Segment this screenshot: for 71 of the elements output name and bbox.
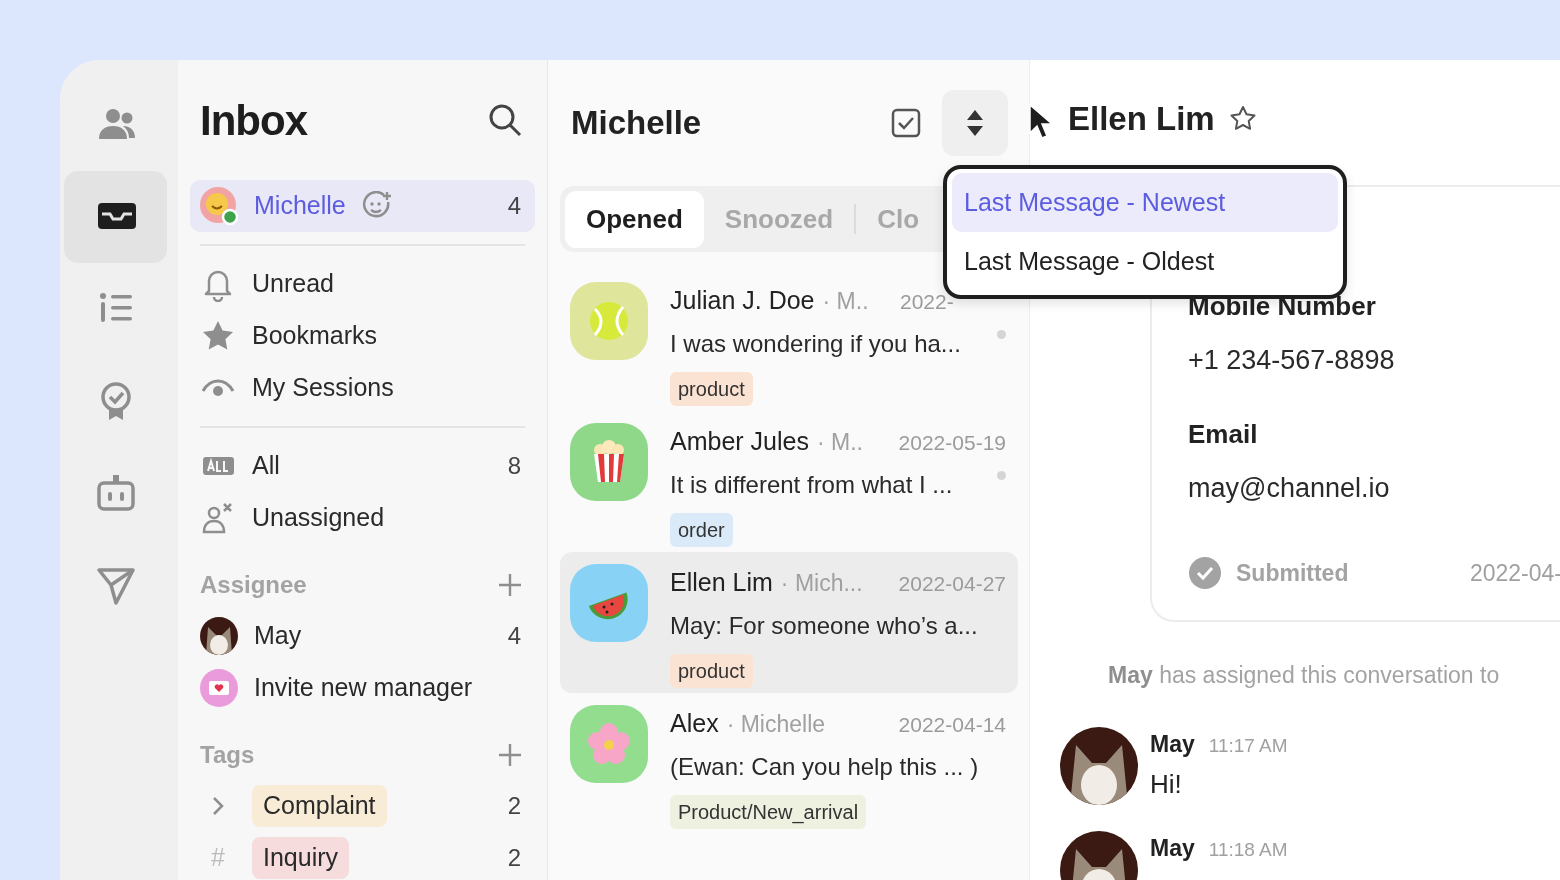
conversation-date: 2022-04-14 [898, 712, 1006, 738]
smiley-avatar-icon [200, 187, 238, 225]
manager-name: · M.. [816, 428, 863, 457]
menu-item[interactable]: Last Message - Newest [952, 173, 1338, 232]
tag-label: Product/New_arrival [670, 794, 867, 829]
filter-item[interactable]: My Sessions [190, 362, 535, 414]
rail-tab[interactable] [64, 171, 167, 263]
field-label: Email [1188, 417, 1259, 451]
conversation-item[interactable]: Ellen Lim · Mich... 2022-04-27 May: For someone who’s a... product [560, 552, 1018, 693]
sort-button[interactable] [942, 90, 1008, 156]
inbox-item[interactable]: Michelle 4 [190, 180, 535, 232]
tag-label: product [670, 653, 753, 688]
chevron-right-icon[interactable] [211, 795, 225, 817]
unread-dot [997, 330, 1006, 339]
message-time: 11:17 AM [1208, 734, 1288, 756]
conversation-item[interactable]: Amber Jules · M.. 2022-05-19 It is different from what I ... order [560, 411, 1018, 552]
contact-name: Ellen Lim [670, 567, 773, 598]
contact-name: Amber Jules [670, 426, 809, 457]
unread-dot [997, 471, 1006, 480]
menu-item[interactable]: Last Message - Oldest [952, 232, 1338, 291]
star-icon[interactable] [1228, 105, 1257, 133]
author-name: May [1150, 834, 1195, 861]
tag-label: product [670, 371, 753, 406]
message-preview: May: For someone who’s a... [670, 610, 978, 641]
conversation-item[interactable]: Alex · Michelle 2022-04-14 (Ewan: Can you help this ... ) Product/New_arrival [560, 693, 1018, 834]
field-value: may@channel.io [1188, 471, 1391, 505]
send-icon[interactable] [95, 565, 136, 605]
status-label: Submitted [1236, 559, 1349, 588]
message-preview: I was wondering if you ha... [670, 328, 961, 359]
tag-label[interactable]: Complaint [252, 785, 387, 827]
contact-name: Julian J. Doe [670, 285, 815, 316]
message-preview: (Ewan: Can you help this ... ) [670, 751, 979, 782]
checkbox-icon[interactable] [890, 107, 922, 139]
tag-label: order [670, 512, 733, 547]
robot-icon[interactable] [95, 473, 136, 513]
plus-icon[interactable] [497, 742, 523, 768]
message-text: Hi! [1150, 768, 1183, 801]
search-icon[interactable] [487, 102, 523, 138]
manager-name: · M.. [822, 287, 869, 316]
popcorn-icon [570, 423, 648, 501]
manager-name: · Mich... [780, 569, 863, 598]
plus-icon[interactable] [497, 572, 523, 598]
check-circle-icon [1188, 556, 1222, 591]
tag-count: 2 [507, 791, 521, 821]
hash-icon: # [200, 839, 236, 877]
watermelon-icon [570, 564, 648, 642]
assignee-item[interactable]: Invite new manager [190, 662, 535, 714]
view-item[interactable]: All 8 [190, 440, 535, 492]
tag-count: 2 [507, 843, 521, 873]
contact-title: Ellen Lim [1068, 99, 1215, 140]
inbox-title: Inbox [200, 95, 307, 146]
filter-item[interactable]: Bookmarks [190, 310, 535, 362]
contact-name: Alex [670, 708, 719, 739]
flower-icon [570, 705, 648, 783]
field-value: +1 234-567-8898 [1188, 344, 1396, 377]
list-title: Michelle [571, 103, 702, 144]
tag-label[interactable]: Inquiry [252, 837, 350, 879]
conversation-date: 2022-04-27 [898, 571, 1006, 597]
author-name: May [1150, 730, 1195, 757]
section-title: Assignee [200, 570, 307, 600]
message-time: 11:18 AM [1208, 838, 1288, 860]
conversation-date: 2022-05-19 [898, 430, 1006, 456]
message-preview: It is different from what I ... [670, 469, 953, 500]
view-item[interactable]: Unassigned [190, 492, 535, 544]
system-message: May has assigned this conversation to [1108, 661, 1501, 690]
manager-name: · Michelle [726, 710, 826, 739]
conversation-date: 2022- [900, 289, 955, 315]
tab[interactable]: Opened [565, 190, 704, 248]
section-title: Tags [200, 740, 255, 770]
filter-item[interactable]: Unread [190, 258, 535, 310]
assignee-item[interactable]: May 4 [190, 610, 535, 662]
